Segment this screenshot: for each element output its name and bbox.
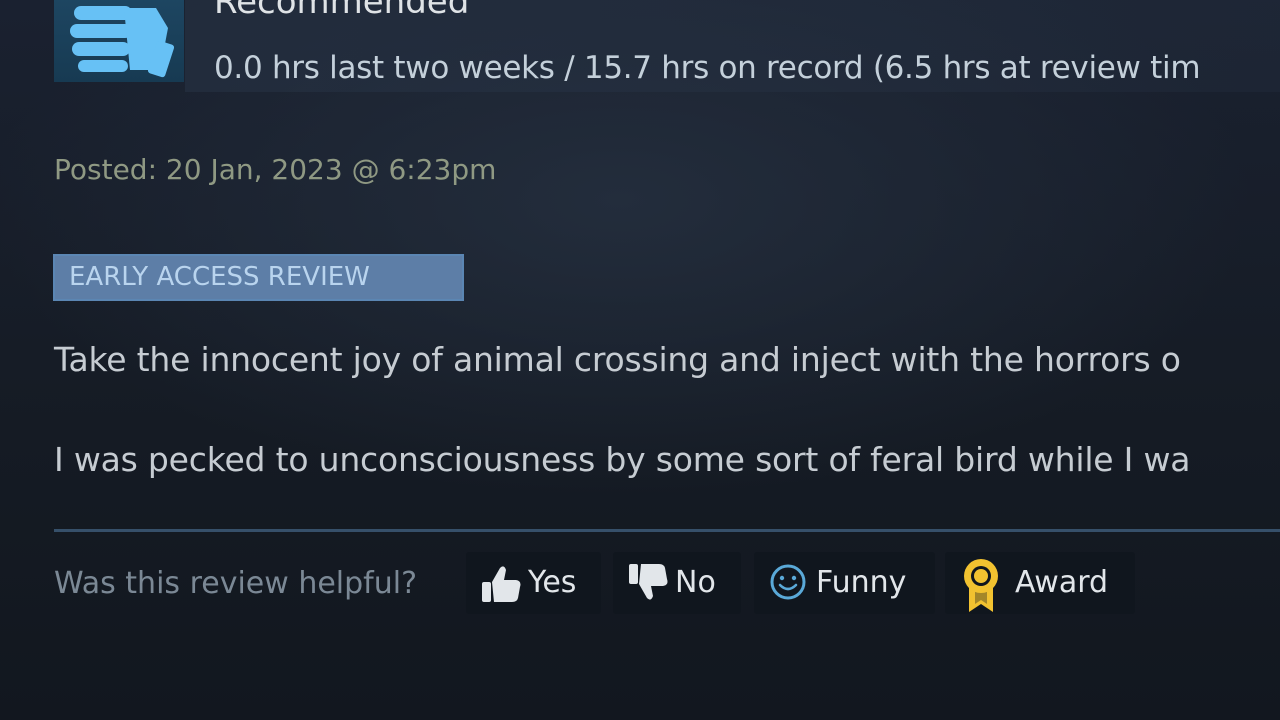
playtime-hours: 0.0 hrs last two weeks / 15.7 hrs on rec… (214, 50, 1201, 86)
review-body-line: Take the innocent joy of animal crossing… (54, 340, 1181, 379)
thumbs-down-icon (629, 564, 668, 600)
review-verdict: Recommended (214, 0, 470, 22)
review-page: Recommended 0.0 hrs last two weeks / 15.… (0, 0, 1280, 720)
award-medal-icon (964, 559, 998, 612)
vote-no-label: No (675, 565, 716, 600)
helpful-prompt: Was this review helpful? (54, 566, 418, 601)
early-access-review-tag: EARLY ACCESS REVIEW (53, 254, 464, 301)
vote-funny-button[interactable]: Funny (754, 552, 935, 614)
smiley-icon (770, 564, 806, 600)
review-body-line: I was pecked to unconsciousness by some … (54, 440, 1191, 479)
vote-no-button[interactable]: No (613, 552, 741, 614)
thumbs-up-icon (482, 566, 521, 602)
recommended-thumb-badge[interactable] (54, 0, 184, 82)
award-button[interactable]: Award (945, 552, 1135, 614)
award-label: Award (1015, 565, 1109, 600)
review-divider (54, 529, 1280, 532)
vote-funny-label: Funny (816, 565, 907, 600)
vote-yes-label: Yes (528, 565, 577, 600)
thumbs-up-icon (70, 6, 174, 78)
vote-yes-button[interactable]: Yes (466, 552, 601, 614)
posted-date: Posted: 20 Jan, 2023 @ 6:23pm (54, 153, 497, 186)
